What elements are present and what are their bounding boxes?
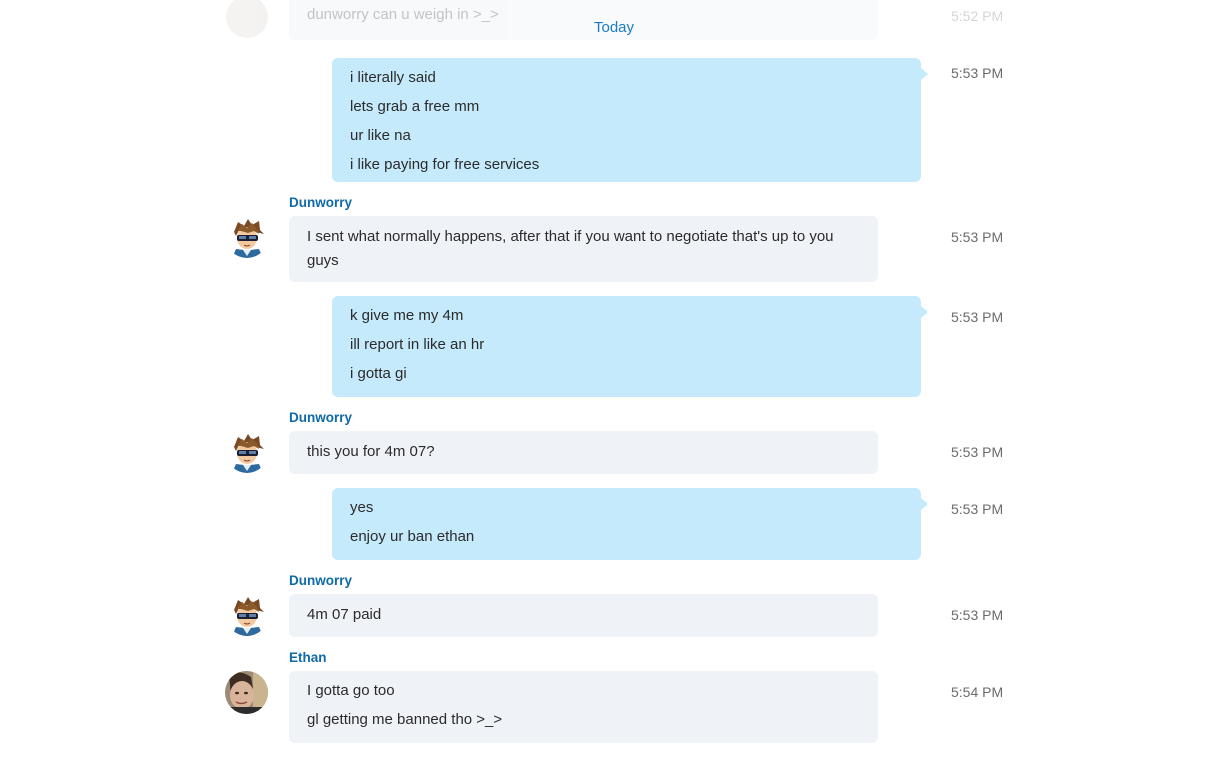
- sender-name[interactable]: Dunworry: [289, 410, 352, 425]
- dunworry-avatar[interactable]: [226, 431, 268, 473]
- date-divider: Today: [593, 19, 635, 36]
- incoming-message-bubble[interactable]: I sent what normally happens, after that…: [289, 216, 878, 282]
- message-time: 5:53 PM: [951, 65, 1004, 81]
- incoming-message-bubble[interactable]: I gotta go too gl getting me banned tho …: [289, 671, 878, 743]
- message-line: i literally said: [350, 69, 436, 86]
- message-time: 5:53 PM: [951, 444, 1004, 460]
- outgoing-message-bubble[interactable]: k give me my 4m ill report in like an hr…: [332, 296, 928, 397]
- message-line: gl getting me banned tho >_>: [307, 711, 503, 728]
- dunworry-avatar[interactable]: [226, 594, 268, 636]
- message-line: lets grab a free mm: [350, 98, 480, 115]
- message-line: 4m 07 paid: [307, 606, 382, 623]
- message-time: 5:53 PM: [951, 309, 1004, 325]
- message-line: ur like na: [350, 127, 411, 144]
- incoming-message-bubble[interactable]: this you for 4m 07?: [289, 431, 878, 474]
- sender-name[interactable]: Ethan: [289, 650, 327, 665]
- message-line: ill report in like an hr: [350, 336, 485, 353]
- anime-character-icon: [226, 431, 268, 473]
- outgoing-message-bubble[interactable]: yes enjoy ur ban ethan: [332, 488, 928, 560]
- message-line: i like paying for free services: [350, 156, 540, 173]
- message-line: enjoy ur ban ethan: [350, 528, 475, 545]
- outgoing-message-bubble[interactable]: i literally said lets grab a free mm ur …: [332, 58, 928, 182]
- anime-character-icon: [226, 594, 268, 636]
- message-line: I sent what normally happens, after that…: [307, 228, 834, 269]
- ethan-avatar[interactable]: [225, 671, 268, 714]
- message-time: 5:54 PM: [951, 684, 1004, 700]
- message-time: 5:53 PM: [951, 501, 1004, 517]
- sender-name[interactable]: Dunworry: [289, 195, 352, 210]
- message-line: I gotta go too: [307, 682, 395, 699]
- message-line: this you for 4m 07?: [307, 443, 435, 460]
- photo-avatar-icon: [225, 671, 268, 714]
- anime-character-icon: [226, 216, 268, 258]
- dunworry-avatar[interactable]: [226, 216, 268, 258]
- sender-name[interactable]: Dunworry: [289, 573, 352, 588]
- message-line: yes: [350, 499, 374, 516]
- message-line: i gotta gi: [350, 365, 407, 382]
- message-line: k give me my 4m: [350, 307, 464, 324]
- message-time: 5:53 PM: [951, 229, 1004, 245]
- message-time: 5:53 PM: [951, 607, 1004, 623]
- chat-history: dunworry can u weigh in >_> 5:52 PM Toda…: [0, 0, 1228, 773]
- incoming-message-bubble[interactable]: 4m 07 paid: [289, 594, 878, 637]
